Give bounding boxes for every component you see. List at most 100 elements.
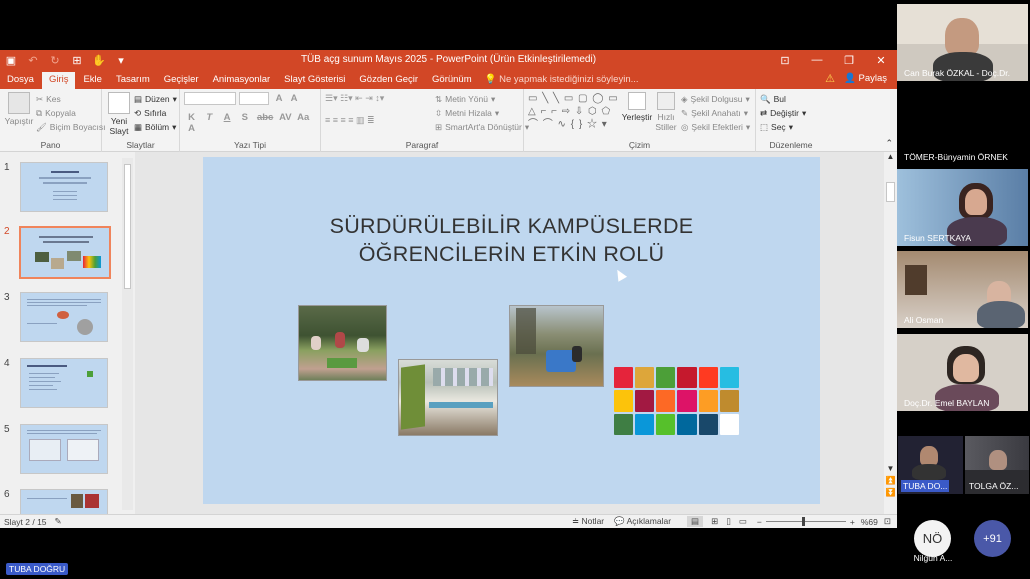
spelling-icon[interactable]: ✎	[55, 516, 62, 527]
shapes-gallery[interactable]: ▭ ╲ ╲ ▭ ▢ ◯ ▭ △ ⌐ ⌐ ⇨ ⇩ ⬡ ⬠ ⌒ ⌒ ∿ { } ☆ ▾	[528, 92, 620, 134]
select-button[interactable]: ⬚ Seç ▾	[760, 120, 822, 134]
change-case-button[interactable]: Aa	[296, 112, 311, 123]
participant-avatar[interactable]: NÖ	[914, 520, 951, 557]
quick-styles-button[interactable]: Hızlı Stiller	[652, 92, 680, 132]
new-slide-button[interactable]: Yeni Slayt	[106, 92, 132, 136]
participant-tile[interactable]: Can Burak ÖZKAL - Doç.Dr.	[897, 4, 1028, 81]
participant-tile[interactable]: TOLGA ÖZ...	[965, 436, 1029, 494]
tab-insert[interactable]: Ekle	[76, 72, 108, 89]
participant-tile[interactable]: TUBA DO...	[898, 436, 963, 494]
shape-fill-button[interactable]: ◈ Şekil Dolgusu ▾	[681, 92, 750, 106]
zoom-out-icon[interactable]: −	[757, 517, 762, 527]
tab-view[interactable]: Görünüm	[425, 72, 479, 89]
replace-button[interactable]: ⇄ Değiştir ▾	[760, 106, 822, 120]
slide-thumbnail-2[interactable]: 2	[4, 226, 111, 279]
text-direction-button[interactable]: ⇅ Metin Yönü ▾	[435, 92, 529, 106]
redo-icon[interactable]: ↻	[44, 50, 66, 71]
tab-file[interactable]: Dosya	[0, 72, 41, 89]
participant-tile[interactable]: Fisun SERTKAYA	[897, 169, 1028, 246]
participant-tile[interactable]: Ali Osman	[897, 251, 1028, 328]
slide-thumbnail-5[interactable]: 5	[4, 424, 108, 474]
copy-button[interactable]: ⧉ Kopyala	[36, 106, 97, 120]
thumbnail-scrollbar[interactable]	[122, 158, 133, 510]
layout-button[interactable]: ▤ Düzen ▾	[134, 92, 177, 106]
tell-me-search[interactable]: 💡 Ne yapmak istediğinizi söyleyin...	[479, 72, 645, 89]
scroll-up-icon[interactable]: ▲	[884, 152, 897, 161]
grow-font-icon[interactable]: A	[272, 93, 287, 104]
italic-button[interactable]: T	[202, 112, 217, 123]
share-button[interactable]: 👤 Paylaş	[844, 73, 887, 84]
zoom-level[interactable]: %69	[861, 517, 878, 527]
smartart-button[interactable]: ⊞ SmartArt'a Dönüştür ▾	[435, 120, 529, 134]
sdg-icons-grid[interactable]	[614, 367, 739, 435]
slide-canvas[interactable]: SÜRDÜRÜLEBİLİR KAMPÜSLERDE ÖĞRENCİLERİN …	[203, 157, 820, 504]
tab-home[interactable]: Giriş	[41, 72, 76, 89]
zoom-in-icon[interactable]: +	[850, 517, 855, 527]
previous-slide-icon[interactable]: ⏫	[884, 476, 897, 485]
font-color-button[interactable]: A	[184, 123, 199, 134]
scrollbar-thumb[interactable]	[124, 164, 131, 289]
shape-outline-button[interactable]: ✎ Şekil Anahatı ▾	[681, 106, 750, 120]
bold-button[interactable]: K	[184, 112, 199, 123]
photo-cleanup-field[interactable]	[509, 305, 604, 387]
touch-mode-icon[interactable]: ✋	[88, 50, 110, 71]
reset-button[interactable]: ⟲ Sıfırla	[134, 106, 175, 120]
ribbon-display-icon[interactable]: ⊡	[769, 54, 801, 67]
slide-thumbnail-3[interactable]: 3	[4, 292, 108, 342]
tab-transitions[interactable]: Geçişler	[157, 72, 206, 89]
tab-animations[interactable]: Animasyonlar	[206, 72, 278, 89]
next-slide-icon[interactable]: ⏬	[884, 488, 897, 497]
warning-icon[interactable]: ⚠	[825, 72, 835, 85]
shape-effects-button[interactable]: ◎ Şekil Efektleri ▾	[681, 120, 750, 134]
notes-button[interactable]: ≐ Notlar	[572, 516, 604, 527]
slide-thumbnail-6[interactable]: 6	[4, 489, 108, 514]
find-button[interactable]: 🔍 Bul	[760, 92, 822, 106]
cut-button[interactable]: ✂ Kes	[36, 92, 97, 106]
arrange-button[interactable]: Yerleştir	[622, 92, 652, 122]
participant-tile[interactable]: TÖMER-Bünyamin ÖRNEK	[897, 86, 1028, 165]
restore-icon[interactable]: ❐	[833, 54, 865, 67]
collapse-ribbon-icon[interactable]: ⌃	[885, 138, 893, 149]
format-painter-button[interactable]: 🖌 Biçim Boyacısı	[36, 120, 106, 134]
font-size-combo[interactable]	[238, 92, 269, 105]
slide-scrollbar[interactable]: ▲ ▼ ⏫ ⏬	[884, 152, 897, 514]
tab-design[interactable]: Tasarım	[109, 72, 157, 89]
shrink-font-icon[interactable]: A	[287, 93, 302, 104]
align-text-button[interactable]: ⇳ Metni Hizala ▾	[435, 106, 529, 120]
strikethrough-button[interactable]: abc	[255, 112, 275, 123]
list-buttons[interactable]: ☰▾ ☷▾ ⇤ ⇥ ↕▾	[325, 93, 430, 107]
participant-tile[interactable]: Doç.Dr. Emel BAYLAN	[897, 334, 1028, 411]
reading-view-icon[interactable]: ▯	[726, 516, 731, 527]
slideshow-view-icon[interactable]: ▭	[739, 516, 747, 527]
slide-title[interactable]: SÜRDÜRÜLEBİLİR KAMPÜSLERDE ÖĞRENCİLERİN …	[203, 212, 820, 268]
shadow-button[interactable]: S	[237, 112, 252, 123]
customize-toolbar-icon[interactable]: ▾	[110, 50, 132, 71]
close-icon[interactable]: ✕	[865, 54, 897, 67]
fit-to-window-icon[interactable]: ⊡	[884, 516, 891, 527]
group-label-editing: Düzenleme	[769, 140, 813, 150]
zoom-slider-thumb[interactable]	[801, 517, 805, 526]
slide-sorter-icon[interactable]: ⊞	[711, 516, 718, 527]
spacing-button[interactable]: AV	[278, 112, 293, 123]
tab-review[interactable]: Gözden Geçir	[352, 72, 425, 89]
scroll-down-icon[interactable]: ▼	[884, 464, 897, 473]
section-button[interactable]: ▦ Bölüm ▾	[134, 120, 176, 134]
save-icon[interactable]: ▣	[0, 50, 22, 71]
undo-icon[interactable]: ↶	[22, 50, 44, 71]
align-buttons[interactable]: ≡ ≡ ≡ ≡ ▥ ≣	[325, 115, 430, 129]
slide-thumbnail-1[interactable]: 1	[4, 162, 108, 212]
zoom-slider[interactable]	[765, 517, 846, 526]
minimize-icon[interactable]: —	[801, 54, 833, 67]
normal-view-icon[interactable]: ▤	[687, 516, 704, 527]
comments-button[interactable]: 💬 Açıklamalar	[614, 516, 671, 527]
underline-button[interactable]: A	[220, 112, 235, 123]
more-participants-button[interactable]: +91	[974, 520, 1011, 557]
font-name-combo[interactable]	[184, 92, 236, 105]
slide-thumbnail-4[interactable]: 4	[4, 358, 108, 408]
photo-students-picnic[interactable]	[298, 305, 387, 381]
scrollbar-thumb[interactable]	[886, 182, 895, 202]
photo-green-hall[interactable]	[398, 359, 498, 436]
presentation-start-icon[interactable]: ⊞	[66, 50, 88, 71]
paste-button[interactable]: Yapıştır	[4, 92, 34, 126]
tab-slideshow[interactable]: Slayt Gösterisi	[277, 72, 352, 89]
